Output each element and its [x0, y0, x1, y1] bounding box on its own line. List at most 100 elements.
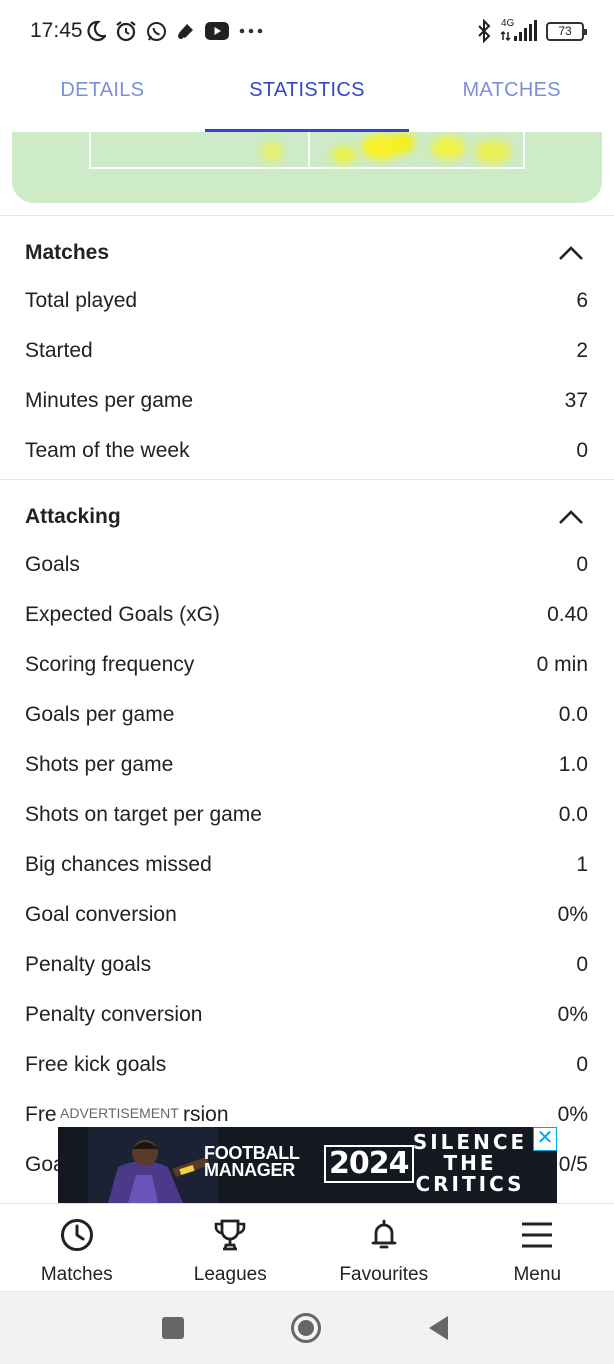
stat-value: 0 [576, 439, 588, 462]
nav-item-leagues[interactable]: Leagues [154, 1204, 308, 1291]
pitch-outline [89, 132, 525, 169]
moon-icon [87, 20, 106, 42]
stat-value: 0% [557, 903, 588, 926]
stat-row: Goals 0 [0, 541, 614, 591]
tab-details[interactable]: DETAILS [0, 62, 205, 132]
stat-value: 0/5 [558, 1153, 588, 1176]
trophy-icon [214, 1219, 246, 1251]
stat-label: Scoring frequency [25, 653, 195, 676]
stat-row: Penalty conversion 0% [0, 991, 614, 1041]
nav-item-menu[interactable]: Menu [461, 1204, 614, 1291]
stat-row: Free kick goals 0 [0, 1041, 614, 1091]
stat-label: Penalty goals [25, 953, 152, 976]
stat-label: Free kick goals [25, 1053, 167, 1076]
stat-row: Goal conversion 0% [0, 891, 614, 941]
stat-value: 0% [557, 1103, 588, 1126]
hamburger-icon [522, 1222, 553, 1248]
ad-slogan-line2: THE [443, 1151, 497, 1175]
chevron-up-icon[interactable] [558, 508, 584, 526]
ad-slogan-line1: SILENCE [412, 1130, 528, 1154]
ad-banner[interactable]: FOOTBALL MANAGER 2024 SILENCE THE CRITIC… [58, 1127, 557, 1203]
attacking-section-header[interactable]: Attacking [0, 491, 614, 541]
stat-label: Shots on target per game [25, 803, 262, 826]
matches-section-header[interactable]: Matches [0, 227, 614, 277]
recents-square-icon[interactable] [161, 1316, 185, 1340]
stat-label: Started [25, 339, 93, 362]
section-divider [0, 479, 614, 480]
chevron-up-icon[interactable] [558, 244, 584, 262]
stat-row: Minutes per game 37 [0, 377, 614, 427]
heat-spot [261, 142, 283, 162]
status-icons-left [86, 18, 264, 44]
stat-value: 0.0 [558, 803, 588, 826]
tab-statistics[interactable]: STATISTICS [204, 62, 410, 132]
alarm-icon [116, 21, 136, 42]
app-icon [178, 24, 193, 39]
stat-row: Penalty goals 0 [0, 941, 614, 991]
stat-row: Expected Goals (xG) 0.40 [0, 591, 614, 641]
stat-value: 0 [576, 553, 588, 576]
heat-spot [391, 132, 415, 154]
home-circle-icon[interactable] [290, 1312, 322, 1344]
battery-indicator: 73 [546, 21, 587, 41]
stat-row: Shots per game 1.0 [0, 741, 614, 791]
section-title: Attacking [25, 505, 121, 528]
stat-label: Expected Goals (xG) [25, 603, 220, 626]
stat-label: Shots per game [25, 753, 174, 776]
nav-label: Matches [40, 1264, 113, 1285]
stat-row: Started 2 [0, 327, 614, 377]
stat-label: Total played [25, 289, 138, 312]
stat-row: Goals per game 0.0 [0, 691, 614, 741]
nav-label: Favourites [339, 1264, 429, 1285]
stat-value: 0 [576, 953, 588, 976]
stat-row: Shots on target per game 0.0 [0, 791, 614, 841]
advertisement-label: ADVERTISEMENT [58, 1105, 181, 1121]
whatsapp-icon [147, 21, 166, 41]
tab-bar: DETAILS STATISTICS MATCHES [0, 62, 614, 132]
heatmap-section [0, 132, 614, 216]
nav-label: Leagues [193, 1264, 267, 1285]
stat-row: Big chances missed 1 [0, 841, 614, 891]
signal-bars-icon [500, 20, 537, 42]
stat-label-tail: rsion [183, 1103, 229, 1126]
section-title: Matches [25, 241, 110, 264]
stat-label: Penalty conversion [25, 1003, 203, 1026]
stat-value: 6 [576, 289, 588, 312]
ad-slogan-line3: CRITICS [415, 1172, 525, 1196]
youtube-icon [205, 22, 229, 40]
stat-value: 0.40 [547, 603, 588, 626]
matches-section: Matches Total played 6 Started 2 Minutes p… [0, 227, 614, 477]
heat-spot [431, 136, 465, 160]
bottom-nav: Matches Leagues Favourites Menu [0, 1203, 614, 1291]
stat-value: 0% [557, 1003, 588, 1026]
stat-value: 0.0 [558, 703, 588, 726]
ad-close-button[interactable]: ✕ [533, 1127, 557, 1151]
stat-label: Goals per game [25, 703, 175, 726]
back-triangle-icon[interactable] [428, 1315, 450, 1341]
ad-brand-line2: MANAGER [204, 1160, 295, 1180]
stat-label: Big chances missed [25, 853, 212, 876]
system-nav-bar [0, 1291, 614, 1364]
nav-item-favourites[interactable]: Favourites [307, 1204, 461, 1291]
stat-label: Goal conversion [25, 903, 177, 926]
more-dots-icon [239, 28, 263, 34]
nav-label: Menu [513, 1264, 562, 1285]
bell-icon [371, 1219, 397, 1249]
stat-value: 2 [576, 339, 588, 362]
stat-label: Goals [25, 553, 80, 576]
attacking-section: Attacking Goals 0 Expected Goals (xG) 0.40… [0, 491, 614, 1191]
ad-brand: FOOTBALL MANAGER [204, 1144, 300, 1180]
tab-matches[interactable]: MATCHES [409, 62, 614, 132]
stat-value: 0 min [536, 653, 588, 676]
bluetooth-icon [478, 19, 491, 43]
ad-year: 2024 [324, 1145, 414, 1183]
stat-value: 1 [576, 853, 588, 876]
stat-label: Minutes per game [25, 389, 194, 412]
stat-row: Scoring frequency 0 min [0, 641, 614, 691]
stat-row: Total played 6 [0, 277, 614, 327]
ad-slogan: SILENCE THE CRITICS [404, 1132, 536, 1195]
clock-icon [60, 1219, 93, 1251]
signal-indicator: 4G [500, 18, 538, 44]
stat-value: 37 [564, 389, 588, 412]
nav-item-matches[interactable]: Matches [0, 1204, 154, 1291]
